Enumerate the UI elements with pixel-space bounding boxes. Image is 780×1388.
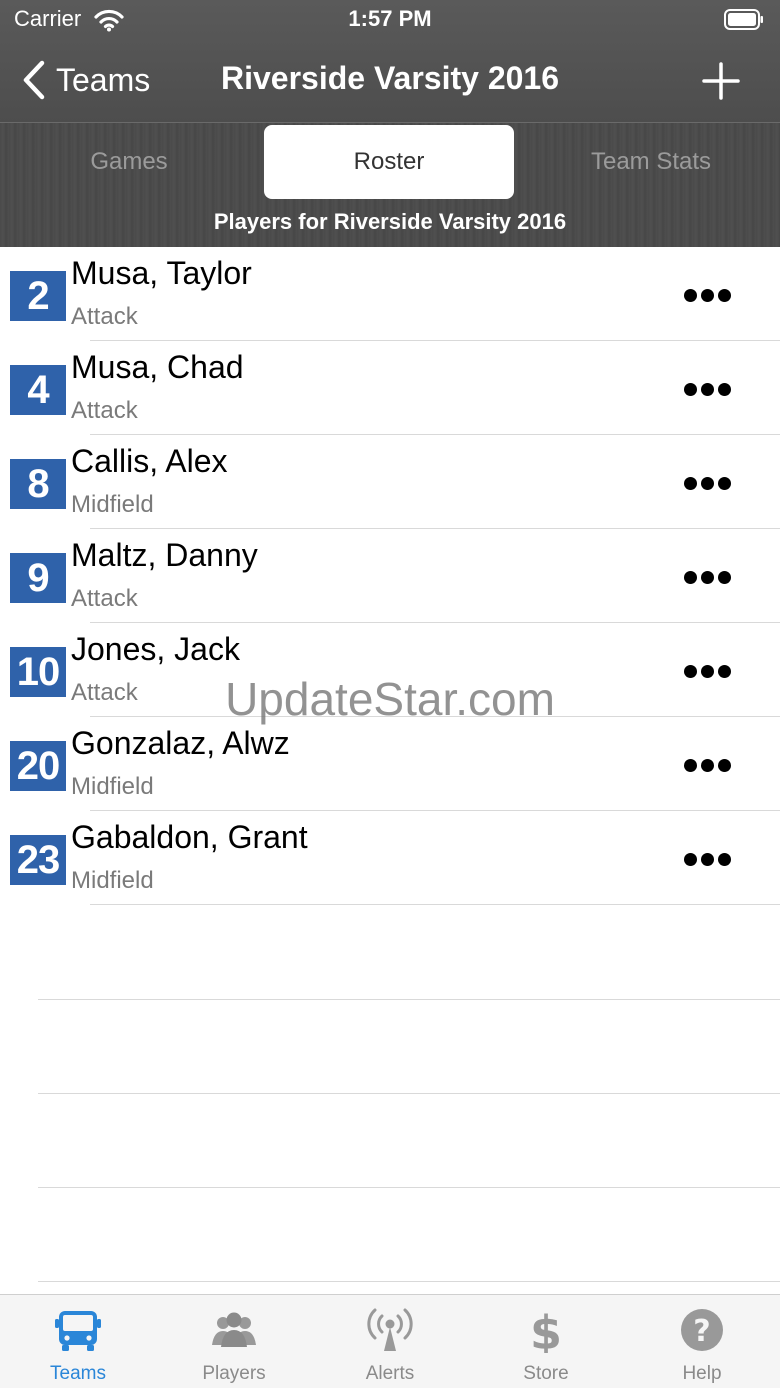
- separator: [38, 1187, 780, 1188]
- more-options-icon[interactable]: [684, 383, 732, 397]
- jersey-number: 20: [10, 741, 66, 791]
- chevron-left-icon: [23, 60, 45, 100]
- player-position: Attack: [71, 397, 138, 424]
- more-options-icon[interactable]: [684, 759, 732, 773]
- tabbar-label: Alerts: [365, 1363, 415, 1384]
- tabbar-item-teams[interactable]: Teams: [0, 1295, 156, 1388]
- more-options-icon[interactable]: [684, 477, 732, 491]
- player-position: Attack: [71, 303, 138, 330]
- players-icon: [212, 1312, 256, 1347]
- help-icon: ?: [681, 1309, 723, 1351]
- separator: [38, 1093, 780, 1094]
- nav-bar: Teams Riverside Varsity 2016: [0, 48, 780, 114]
- list-subtitle: Players for Riverside Varsity 2016: [213, 209, 567, 234]
- player-list: 2 Musa, Taylor Attack 4 Musa, Chad Attac…: [0, 247, 780, 905]
- tab-roster[interactable]: Roster: [264, 125, 514, 199]
- header: Carrier 1:57 PM Teams Riverside Varsity …: [0, 0, 780, 247]
- tabbar-item-alerts[interactable]: Alerts: [312, 1295, 468, 1388]
- list-item[interactable]: 2 Musa, Taylor Attack: [0, 247, 780, 341]
- svg-text:?: ?: [693, 1314, 710, 1349]
- more-options-icon[interactable]: [684, 853, 732, 867]
- separator: [38, 999, 780, 1000]
- jersey-number: 4: [10, 365, 66, 415]
- player-name: Musa, Chad: [71, 349, 244, 385]
- player-position: Midfield: [71, 773, 154, 800]
- player-position: Midfield: [71, 867, 154, 894]
- bus-icon: [55, 1311, 101, 1351]
- player-name: Musa, Taylor: [71, 255, 252, 291]
- list-item[interactable]: 9 Maltz, Danny Attack: [0, 529, 780, 623]
- player-name: Gonzalaz, Alwz: [71, 725, 290, 761]
- list-item[interactable]: 23 Gabaldon, Grant Midfield: [0, 811, 780, 905]
- jersey-number: 23: [10, 835, 66, 885]
- tabbar-label: Store: [523, 1363, 569, 1384]
- jersey-number: 2: [10, 271, 66, 321]
- dollar-icon: $: [530, 1307, 562, 1353]
- player-name: Maltz, Danny: [71, 537, 258, 573]
- player-position: Midfield: [71, 491, 154, 518]
- more-options-icon[interactable]: [684, 289, 732, 303]
- add-player-button[interactable]: [700, 60, 742, 102]
- tab-bar: Teams Players Alerts $ Store ? Help: [0, 1294, 780, 1388]
- player-name: Callis, Alex: [71, 443, 228, 479]
- page-title: Riverside Varsity 2016: [220, 60, 559, 96]
- list-item[interactable]: 8 Callis, Alex Midfield: [0, 435, 780, 529]
- more-options-icon[interactable]: [684, 571, 732, 585]
- list-item[interactable]: 4 Musa, Chad Attack: [0, 341, 780, 435]
- tabbar-label: Players: [202, 1363, 266, 1384]
- tabbar-item-store[interactable]: $ Store: [468, 1295, 624, 1388]
- tabbar-label: Teams: [50, 1363, 106, 1384]
- status-time: 1:57 PM: [348, 6, 432, 31]
- tabbar-item-help[interactable]: ? Help: [624, 1295, 780, 1388]
- tabbar-item-players[interactable]: Players: [156, 1295, 312, 1388]
- tabbar-label: Help: [682, 1363, 722, 1384]
- status-bar: Carrier 1:57 PM: [0, 0, 780, 40]
- player-name: Jones, Jack: [71, 631, 240, 667]
- tab-team-stats[interactable]: Team Stats: [522, 125, 780, 199]
- svg-text:$: $: [530, 1307, 562, 1353]
- battery-icon: [724, 9, 763, 30]
- back-button[interactable]: Teams: [20, 56, 150, 104]
- separator: [38, 1281, 780, 1282]
- antenna-icon: [367, 1308, 413, 1351]
- player-position: Attack: [71, 585, 138, 612]
- jersey-number: 8: [10, 459, 66, 509]
- list-item[interactable]: 20 Gonzalaz, Alwz Midfield: [0, 717, 780, 811]
- watermark: UpdateStar.com: [225, 673, 555, 725]
- segmented-control: Games Roster Team Stats Players for Rive…: [0, 122, 780, 247]
- player-name: Gabaldon, Grant: [71, 819, 308, 855]
- jersey-number: 9: [10, 553, 66, 603]
- back-label: Teams: [56, 61, 151, 98]
- tab-games[interactable]: Games: [0, 125, 258, 199]
